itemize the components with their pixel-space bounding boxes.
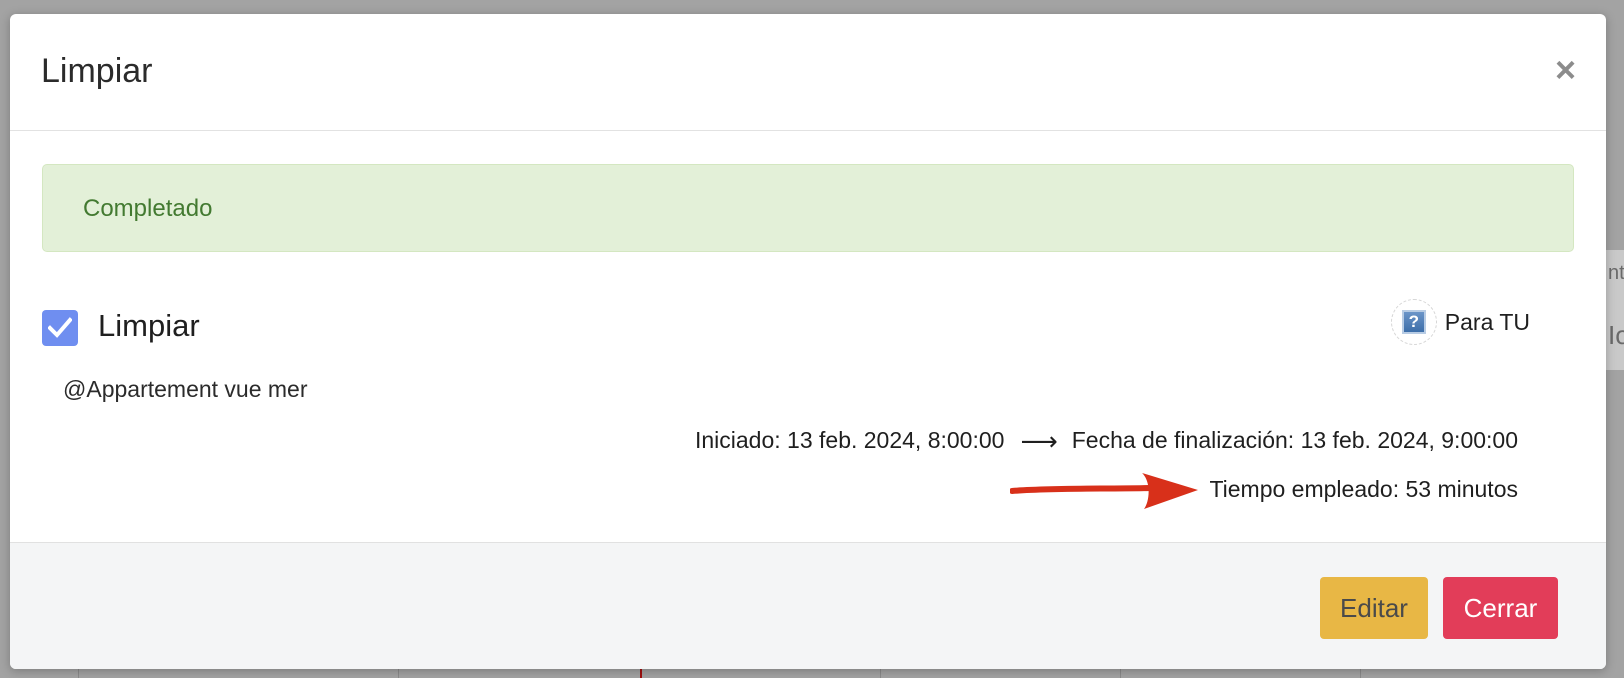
assignee-name: Para TU xyxy=(1444,308,1530,335)
task-name: Limpiar xyxy=(98,308,200,343)
task-location: @Appartement vue mer xyxy=(63,376,308,402)
background-time-indicator xyxy=(640,668,642,678)
modal-footer: Editar Cerrar xyxy=(10,542,1606,669)
task-time-range: Iniciado: 13 feb. 2024, 8:00:00 ⟶ Fecha … xyxy=(695,427,1518,454)
background-grid-line xyxy=(398,668,399,678)
end-time: Fecha de finalización: 13 feb. 2024, 9:0… xyxy=(1071,427,1518,453)
modal-header: Limpiar × xyxy=(10,14,1606,131)
checkmark-icon xyxy=(48,317,72,338)
task-detail-modal: Limpiar × Completado Limpiar ? Para TU @… xyxy=(10,14,1606,669)
background-grid-line xyxy=(78,668,79,678)
background-text: Io xyxy=(1608,320,1624,350)
background-grid-line xyxy=(1360,668,1361,678)
modal-title: Limpiar xyxy=(41,52,153,90)
status-alert: Completado xyxy=(42,164,1574,252)
status-text: Completado xyxy=(83,195,213,222)
elapsed-time: Tiempo empleado: 53 minutos xyxy=(1209,476,1518,502)
background-grid-line xyxy=(880,668,881,678)
edit-button[interactable]: Editar xyxy=(1320,577,1428,639)
question-mark-icon: ? xyxy=(1401,310,1426,334)
assignee: ? Para TU xyxy=(1390,299,1530,345)
arrow-right-icon: ⟶ xyxy=(1020,425,1058,456)
close-icon[interactable]: × xyxy=(1555,52,1576,88)
task-completed-checkbox[interactable] xyxy=(42,310,78,346)
background-text: nto xyxy=(1608,262,1624,284)
close-button[interactable]: Cerrar xyxy=(1443,577,1558,639)
start-time: Iniciado: 13 feb. 2024, 8:00:00 xyxy=(694,427,1005,453)
avatar: ? xyxy=(1390,299,1437,345)
red-arrow-annotation xyxy=(1010,473,1198,509)
background-grid-line xyxy=(1120,668,1121,678)
